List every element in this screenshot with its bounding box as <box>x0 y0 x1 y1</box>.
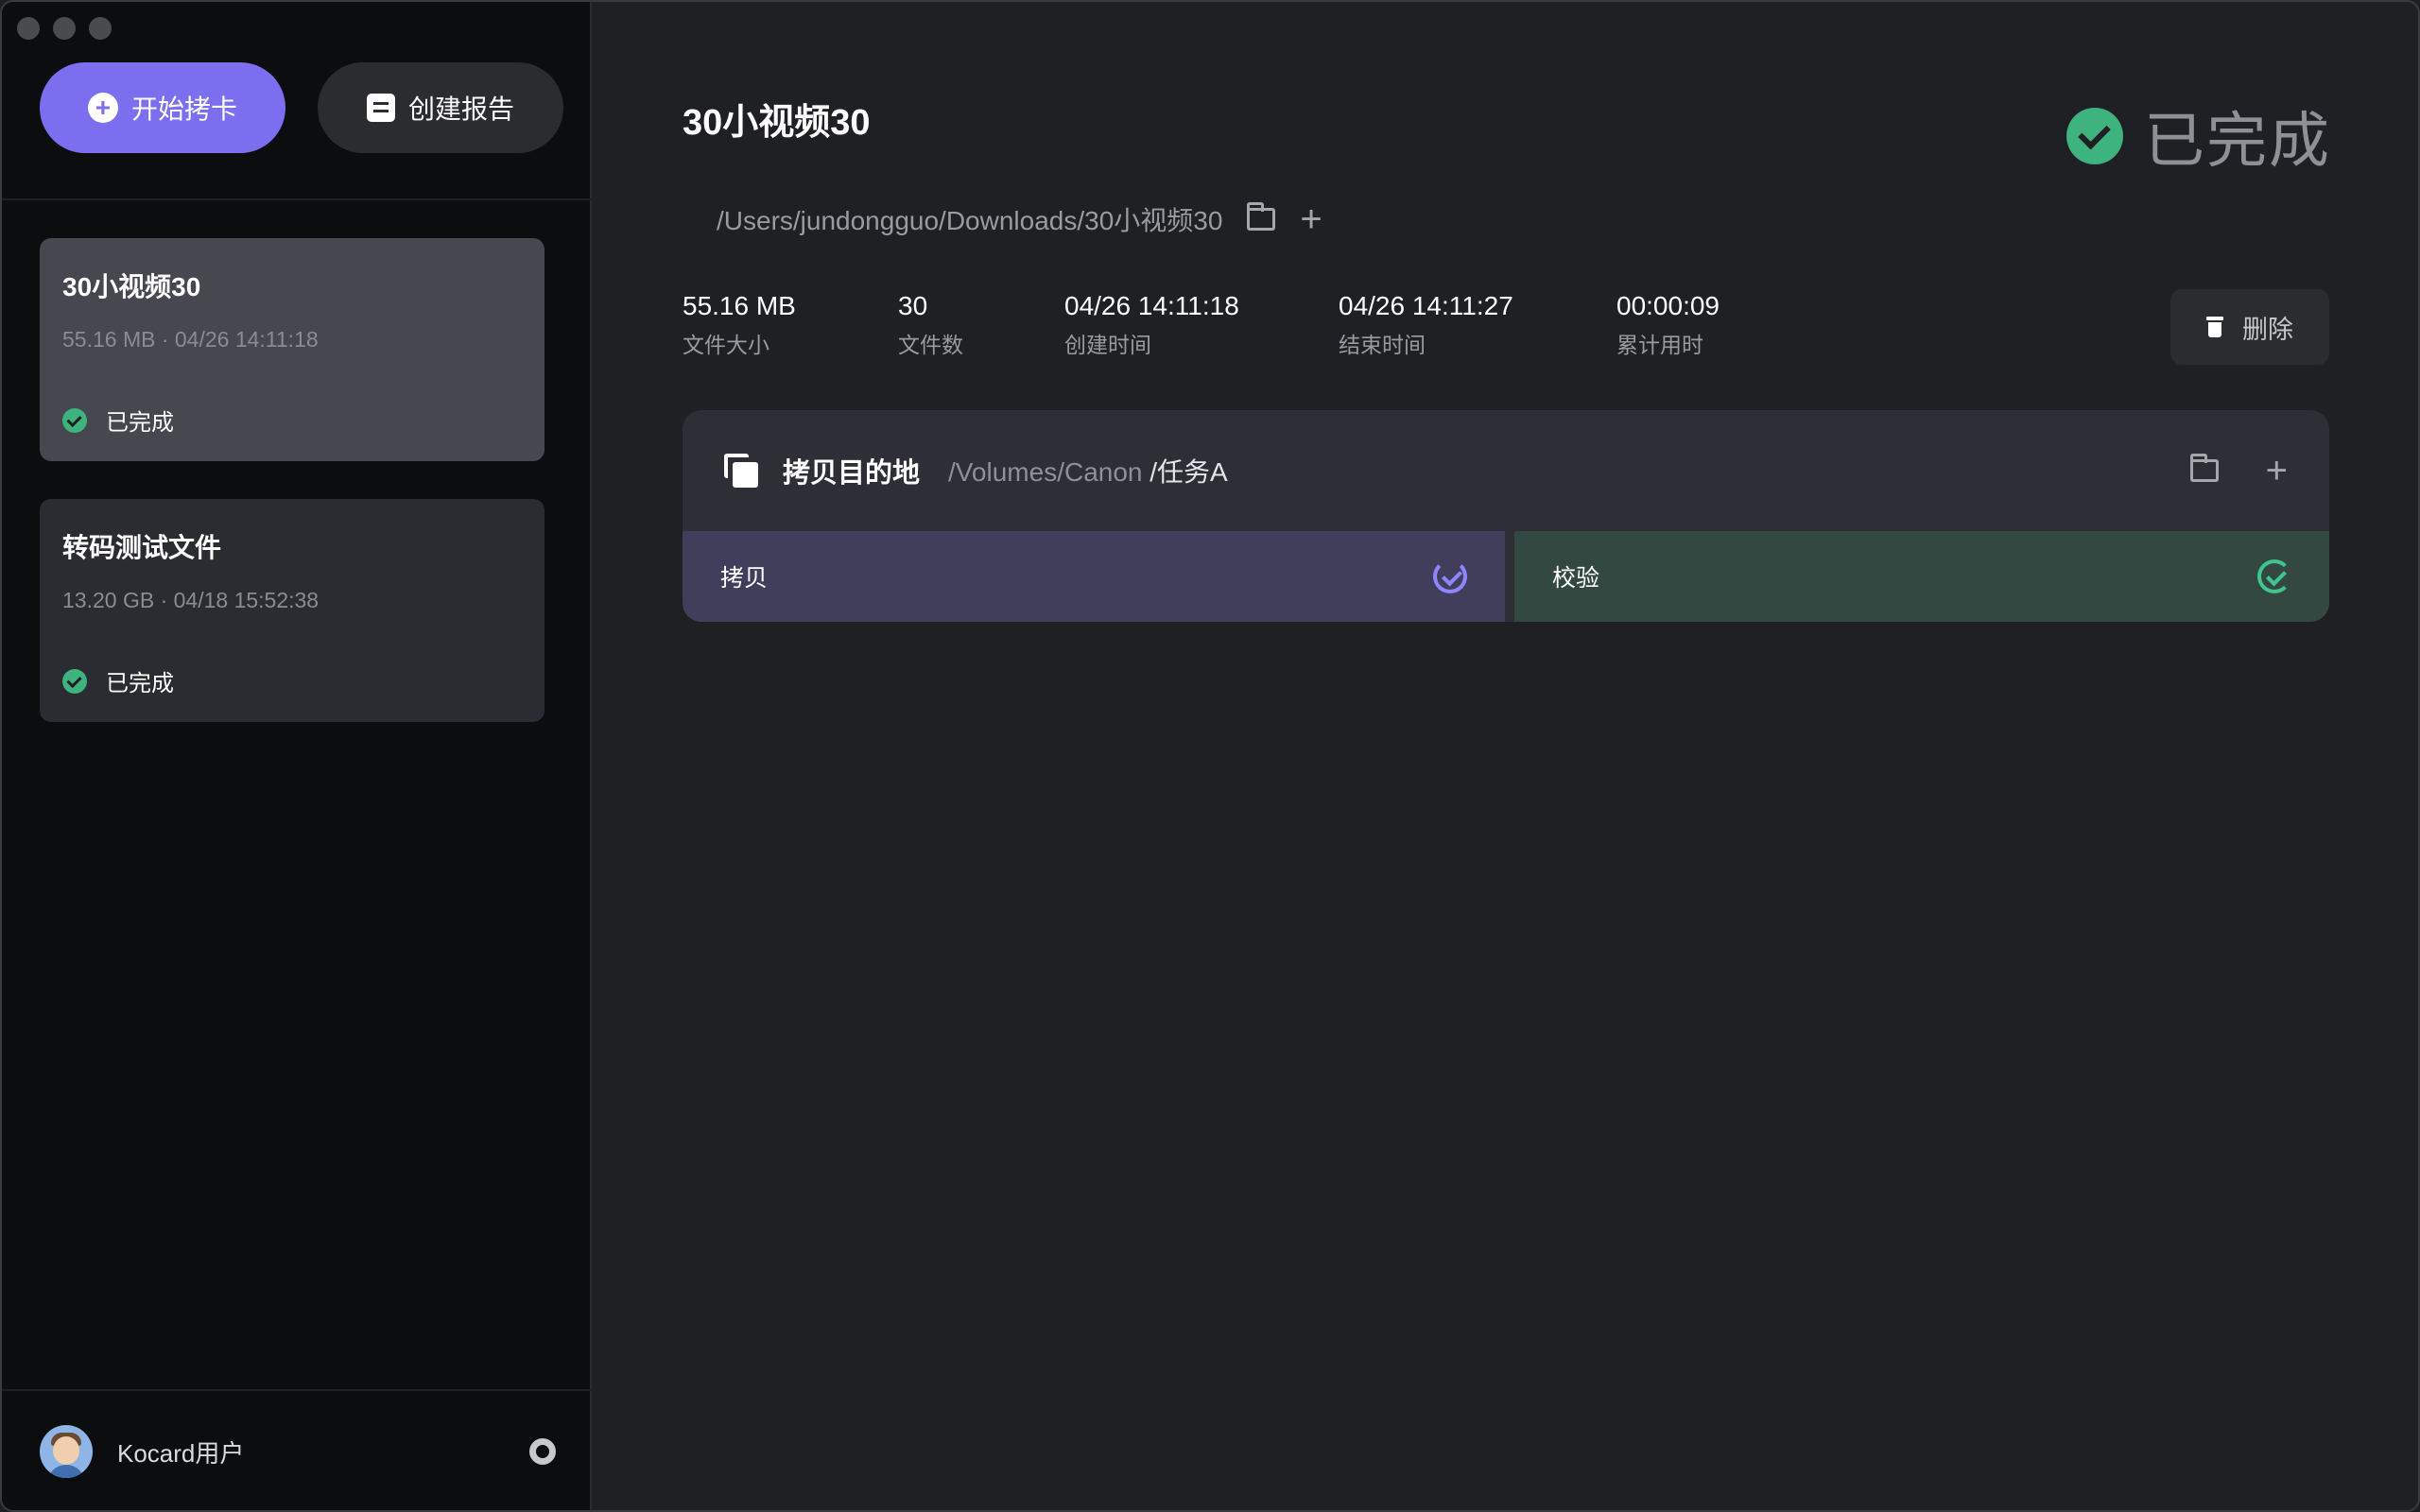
verify-progress: 校验 <box>1514 531 2329 622</box>
page-title: 30小视频30 <box>683 103 871 143</box>
check-circle-icon <box>62 668 87 694</box>
task-status: 已完成 <box>62 404 174 437</box>
status-badge: 已完成 <box>2066 93 2331 180</box>
close-window-button[interactable] <box>17 17 40 40</box>
open-folder-icon[interactable] <box>1247 202 1276 231</box>
destination-path-prefix: /Volumes/Canon <box>948 457 1143 487</box>
stat-file-count: 30 文件数 <box>898 291 1064 359</box>
stat-value: 55.16 MB <box>683 291 796 320</box>
minimize-window-button[interactable] <box>53 17 76 40</box>
task-detail: 30小视频30 已完成 /Users/jundongguo/Downloads/… <box>594 2 2418 1510</box>
task-status-label: 已完成 <box>106 671 174 696</box>
task-name: 转码测试文件 <box>62 533 222 562</box>
divider <box>2 198 592 200</box>
stat-file-size: 55.16 MB 文件大小 <box>683 291 898 359</box>
check-circle-icon <box>2066 108 2123 164</box>
destination-card: 拷贝目的地 /Volumes/Canon /任务A + 拷贝 校验 <box>683 410 2329 622</box>
divider <box>2 1389 592 1391</box>
stat-value: 04/26 14:11:18 <box>1064 291 1239 320</box>
task-card[interactable]: 转码测试文件 13.20 GB · 04/18 15:52:38 已完成 <box>40 499 544 722</box>
copy-progress: 拷贝 <box>683 531 1505 622</box>
destination-header: 拷贝目的地 /Volumes/Canon /任务A + <box>683 410 2329 531</box>
add-destination-icon[interactable]: + <box>2266 452 2288 490</box>
status-text: 已完成 <box>2144 107 2331 175</box>
destination-actions: + <box>2189 452 2288 490</box>
task-name: 30小视频30 <box>62 272 201 301</box>
window-controls <box>17 17 112 40</box>
task-meta: 55.16 MB · 04/26 14:11:18 <box>62 327 319 352</box>
source-path: /Users/jundongguo/Downloads/30小视频30 <box>717 206 1223 235</box>
task-card-selected[interactable]: 30小视频30 55.16 MB · 04/26 14:11:18 已完成 <box>40 238 544 461</box>
create-report-label: 创建报告 <box>407 94 514 124</box>
zoom-window-button[interactable] <box>89 17 112 40</box>
user-name: Kocard用户 <box>117 1438 245 1468</box>
copy-label: 拷贝 <box>720 565 769 592</box>
source-path-row: /Users/jundongguo/Downloads/30小视频30 + <box>717 200 1322 238</box>
destination-path: /Volumes/Canon /任务A <box>948 452 1228 490</box>
check-circle-icon <box>62 407 87 433</box>
progress-row: 拷贝 校验 <box>683 531 2329 622</box>
add-source-icon[interactable]: + <box>1300 200 1322 238</box>
stat-value: 30 <box>898 291 928 320</box>
delete-button[interactable]: 删除 <box>2170 289 2329 365</box>
verify-label: 校验 <box>1552 565 1600 592</box>
stat-value: 04/26 14:11:27 <box>1339 291 1513 320</box>
stats-row: 55.16 MB 文件大小 30 文件数 04/26 14:11:18 创建时间… <box>683 291 1806 359</box>
settings-gear-icon[interactable] <box>529 1438 556 1465</box>
stat-label: 文件大小 <box>683 333 769 357</box>
stat-label: 结束时间 <box>1339 333 1426 357</box>
stat-label: 累计用时 <box>1616 333 1703 357</box>
user-row: Kocard用户 <box>40 1425 556 1478</box>
stat-label: 创建时间 <box>1064 333 1151 357</box>
delete-label: 删除 <box>2242 315 2293 344</box>
start-copy-label: 开始拷卡 <box>130 94 237 124</box>
document-icon <box>366 94 395 122</box>
avatar[interactable] <box>40 1425 93 1478</box>
app-window: + 开始拷卡 创建报告 30小视频30 55.16 MB · 04/26 14:… <box>0 0 2420 1512</box>
stat-value: 00:00:09 <box>1616 291 1720 320</box>
stat-created-time: 04/26 14:11:18 创建时间 <box>1064 291 1339 359</box>
destination-label: 拷贝目的地 <box>783 458 921 489</box>
sidebar-actions: + 开始拷卡 创建报告 <box>40 62 563 153</box>
task-status: 已完成 <box>62 664 174 697</box>
copy-icon <box>724 454 758 488</box>
task-meta: 13.20 GB · 04/18 15:52:38 <box>62 588 320 612</box>
sidebar: + 开始拷卡 创建报告 30小视频30 55.16 MB · 04/26 14:… <box>2 2 592 1510</box>
trash-icon <box>2206 317 2223 337</box>
create-report-button[interactable]: 创建报告 <box>318 62 563 153</box>
verify-done-check-icon <box>2257 559 2291 593</box>
open-folder-icon[interactable] <box>2189 454 2219 482</box>
stat-label: 文件数 <box>898 333 963 357</box>
destination-path-suffix: /任务A <box>1150 457 1228 487</box>
plus-circle-icon: + <box>87 93 118 123</box>
stat-elapsed-time: 00:00:09 累计用时 <box>1616 291 1806 359</box>
stat-end-time: 04/26 14:11:27 结束时间 <box>1339 291 1616 359</box>
start-copy-button[interactable]: + 开始拷卡 <box>40 62 285 153</box>
task-status-label: 已完成 <box>106 410 174 436</box>
copy-done-check-icon <box>1433 559 1467 593</box>
